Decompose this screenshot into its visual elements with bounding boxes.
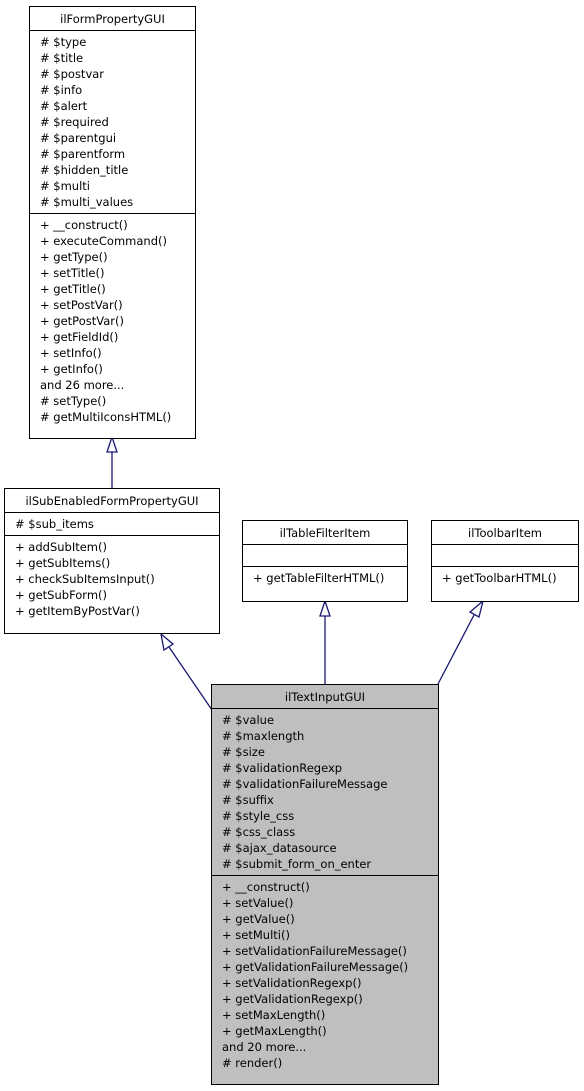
- attribute-row[interactable]: # $style_css: [222, 808, 432, 824]
- method-row[interactable]: + setValue(): [222, 895, 432, 911]
- edge-textinput-to-toolbar: [437, 614, 475, 685]
- method-row[interactable]: + getSubItems(): [15, 555, 213, 571]
- method-row[interactable]: + getInfo(): [40, 361, 189, 377]
- method-row[interactable]: + getTableFilterHTML(): [253, 570, 401, 586]
- method-row[interactable]: + addSubItem(): [15, 539, 213, 555]
- attribute-row[interactable]: # $type: [40, 34, 189, 50]
- method-row[interactable]: # getMultiIconsHTML(): [40, 409, 189, 425]
- attribute-row[interactable]: # $sub_items: [15, 516, 213, 532]
- methods-section: + __construct() + setValue() + getValue() +…: [212, 876, 438, 1074]
- class-name: ilTableFilterItem: [243, 521, 407, 545]
- method-row[interactable]: + getValidationRegexp(): [222, 991, 432, 1007]
- attribute-row[interactable]: # $parentform: [40, 146, 189, 162]
- class-name: ilSubEnabledFormPropertyGUI: [5, 489, 219, 513]
- attributes-section: # $value # $maxlength # $size # $validation…: [212, 709, 438, 876]
- method-row[interactable]: + setTitle(): [40, 265, 189, 281]
- method-row[interactable]: + getPostVar(): [40, 313, 189, 329]
- arrowhead-tablefilter: [319, 598, 331, 617]
- class-ilTableFilterItem[interactable]: ilTableFilterItem + getTableFilterHTML(): [242, 520, 408, 602]
- attribute-row[interactable]: # $maxlength: [222, 728, 432, 744]
- attribute-row[interactable]: # $css_class: [222, 824, 432, 840]
- class-ilSubEnabledFormPropertyGUI[interactable]: ilSubEnabledFormPropertyGUI # $sub_items…: [4, 488, 220, 634]
- method-row[interactable]: + __construct(): [222, 879, 432, 895]
- class-name: ilToolbarItem: [432, 521, 578, 545]
- class-ilToolbarItem[interactable]: ilToolbarItem + getToolbarHTML(): [431, 520, 579, 602]
- attribute-row[interactable]: # $validationFailureMessage: [222, 776, 432, 792]
- attributes-section: # $sub_items: [5, 513, 219, 536]
- method-row[interactable]: + getMaxLength(): [222, 1023, 432, 1039]
- attribute-row[interactable]: # $size: [222, 744, 432, 760]
- attribute-row[interactable]: # $required: [40, 114, 189, 130]
- attribute-row[interactable]: # $ajax_datasource: [222, 840, 432, 856]
- attribute-row[interactable]: # $multi_values: [40, 194, 189, 210]
- method-row[interactable]: # render(): [222, 1055, 432, 1071]
- method-row[interactable]: + getType(): [40, 249, 189, 265]
- class-name: ilTextInputGUI: [212, 685, 438, 709]
- class-name: ilFormPropertyGUI: [30, 7, 195, 31]
- attribute-row[interactable]: # $validationRegexp: [222, 760, 432, 776]
- attribute-row[interactable]: # $info: [40, 82, 189, 98]
- attribute-row[interactable]: # $suffix: [222, 792, 432, 808]
- method-row[interactable]: + setMaxLength(): [222, 1007, 432, 1023]
- method-row[interactable]: + setValidationRegexp(): [222, 975, 432, 991]
- attribute-row[interactable]: # $multi: [40, 178, 189, 194]
- method-row[interactable]: + getItemByPostVar(): [15, 603, 213, 619]
- methods-section: + __construct() + executeCommand() + getTy…: [30, 214, 195, 428]
- arrowhead-formproperty: [106, 434, 118, 453]
- method-row[interactable]: + getToolbarHTML(): [442, 570, 572, 586]
- method-row[interactable]: + setInfo(): [40, 345, 189, 361]
- edge-textinput-to-subenabled: [168, 646, 213, 711]
- method-row[interactable]: # setType(): [40, 393, 189, 409]
- methods-section: + getToolbarHTML(): [432, 567, 578, 589]
- method-row[interactable]: + getTitle(): [40, 281, 189, 297]
- method-row[interactable]: and 26 more...: [40, 377, 189, 393]
- attribute-row[interactable]: # $postvar: [40, 66, 189, 82]
- attribute-row[interactable]: # $hidden_title: [40, 162, 189, 178]
- methods-section: + getTableFilterHTML(): [243, 567, 407, 589]
- attribute-row[interactable]: # $value: [222, 712, 432, 728]
- method-row[interactable]: + getSubForm(): [15, 587, 213, 603]
- methods-section: + addSubItem() + getSubItems() + checkSubI…: [5, 536, 219, 622]
- method-row[interactable]: + getValidationFailureMessage(): [222, 959, 432, 975]
- method-row[interactable]: + executeCommand(): [40, 233, 189, 249]
- arrowhead-toolbar: [468, 599, 485, 618]
- method-row[interactable]: + __construct(): [40, 217, 189, 233]
- arrowhead-subenabled: [160, 632, 175, 652]
- method-row[interactable]: + checkSubItemsInput(): [15, 571, 213, 587]
- class-ilFormPropertyGUI[interactable]: ilFormPropertyGUI # $type # $title # $post…: [29, 6, 196, 439]
- method-row[interactable]: and 20 more...: [222, 1039, 432, 1055]
- method-row[interactable]: + setValidationFailureMessage(): [222, 943, 432, 959]
- attributes-section: [243, 545, 407, 567]
- attributes-section: # $type # $title # $postvar # $info # $alert…: [30, 31, 195, 214]
- attribute-row[interactable]: # $title: [40, 50, 189, 66]
- method-row[interactable]: + setPostVar(): [40, 297, 189, 313]
- attributes-section: [432, 545, 578, 567]
- attribute-row[interactable]: # $submit_form_on_enter: [222, 856, 432, 872]
- class-ilTextInputGUI[interactable]: ilTextInputGUI # $value # $maxlength # $si…: [211, 684, 439, 1085]
- attribute-row[interactable]: # $parentgui: [40, 130, 189, 146]
- method-row[interactable]: + getFieldId(): [40, 329, 189, 345]
- attribute-row[interactable]: # $alert: [40, 98, 189, 114]
- method-row[interactable]: + getValue(): [222, 911, 432, 927]
- method-row[interactable]: + setMulti(): [222, 927, 432, 943]
